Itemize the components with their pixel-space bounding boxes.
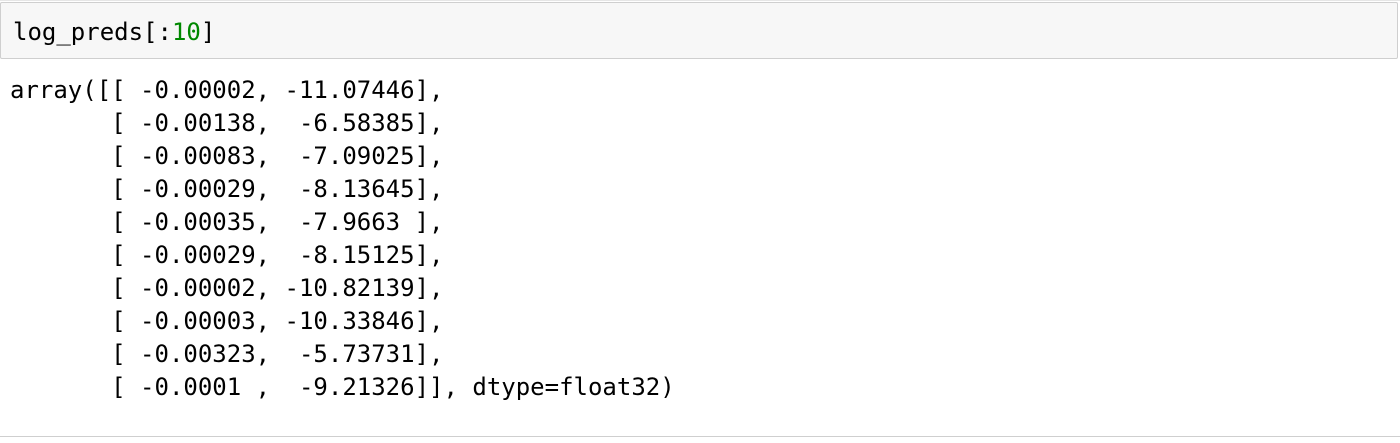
code-input-cell[interactable]: log_preds[:10] [0,2,1398,59]
output-line: [ -0.00029, -8.13645], [10,175,444,203]
output-line: [ -0.0001 , -9.21326]], dtype=float32) [10,373,675,401]
output-line: [ -0.00323, -5.73731], [10,340,444,368]
output-line: [ -0.00035, -7.9663 ], [10,208,444,236]
output-line: array([[ -0.00002, -11.07446], [10,76,444,104]
output-line: [ -0.00083, -7.09025], [10,142,444,170]
output-line: [ -0.00029, -8.15125], [10,241,444,269]
top-divider [0,0,1400,1]
output-line: [ -0.00002, -10.82139], [10,274,444,302]
code-number-literal: 10 [171,18,201,46]
output-line: [ -0.00003, -10.33846], [10,307,444,335]
output-text: array([[ -0.00002, -11.07446], [ -0.0013… [10,74,675,404]
code-input-text[interactable]: log_preds[:10] [13,18,215,46]
bottom-divider [0,436,1400,437]
output-line: [ -0.00138, -6.58385], [10,109,444,137]
code-suffix: ] [200,18,216,46]
code-prefix: log_preds[: [13,18,172,46]
code-output-area: array([[ -0.00002, -11.07446], [ -0.0013… [0,60,1400,437]
